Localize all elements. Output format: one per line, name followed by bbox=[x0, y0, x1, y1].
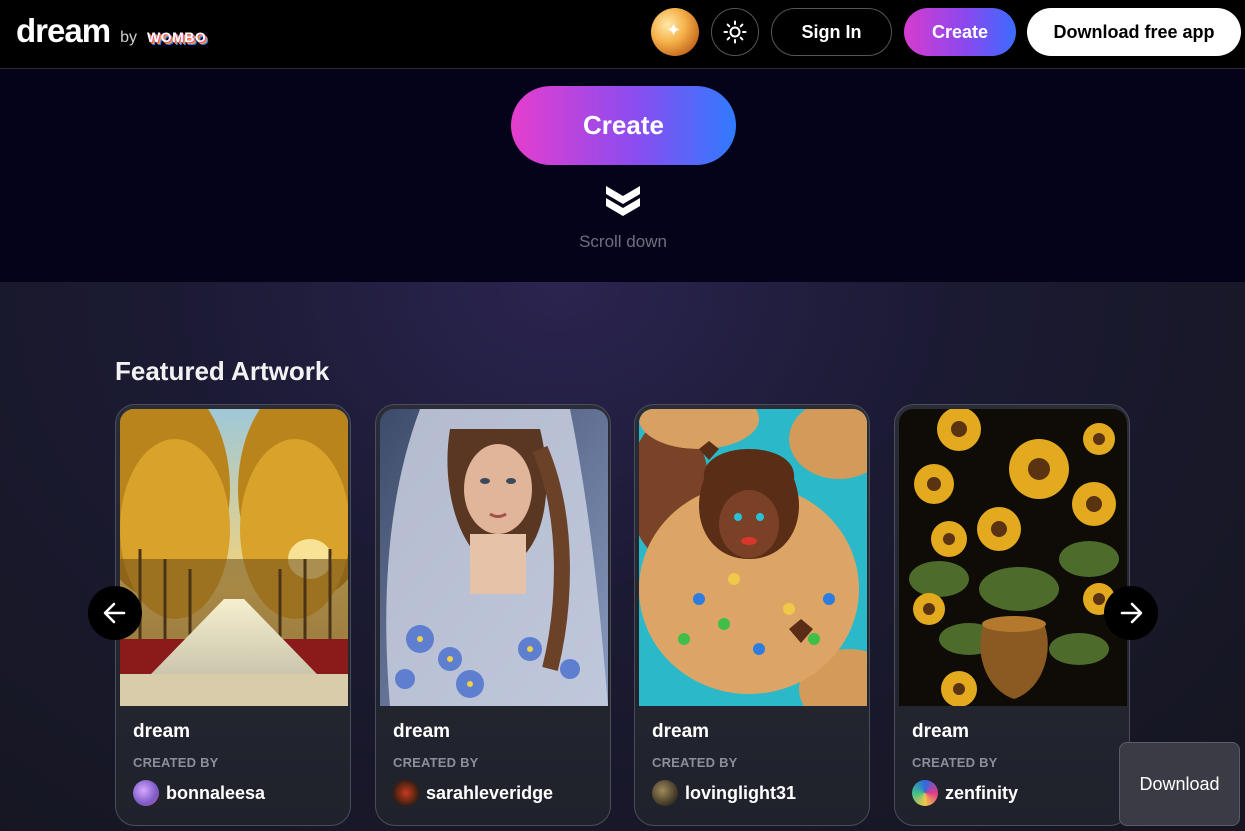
scroll-down-label: Scroll down bbox=[579, 232, 667, 251]
created-by-label: CREATED BY bbox=[133, 755, 219, 770]
artwork-title: dream bbox=[133, 721, 191, 742]
sparkle-icon: ✦ bbox=[666, 20, 682, 40]
top-nav-bar: dream by WOMBO ✦ Sign In Create Download… bbox=[0, 0, 1245, 69]
created-by-label: CREATED BY bbox=[912, 755, 998, 770]
sun-icon bbox=[723, 20, 747, 44]
wombo-brand: WOMBO bbox=[146, 29, 207, 45]
creator-username: lovinglight31 bbox=[685, 782, 797, 803]
theme-toggle-button[interactable] bbox=[711, 8, 759, 56]
artwork-card[interactable]: dream CREATED BY sarahleveridge bbox=[375, 404, 611, 826]
user-avatar-button[interactable]: ✦ bbox=[651, 8, 699, 56]
creator-link[interactable]: zenfinity bbox=[912, 780, 1018, 806]
download-free-app-button[interactable]: Download free app bbox=[1027, 8, 1241, 56]
creator-username: sarahleveridge bbox=[426, 782, 554, 803]
creator-avatar bbox=[133, 780, 159, 806]
creator-username: bonnaleesa bbox=[166, 782, 266, 803]
creator-username: zenfinity bbox=[945, 782, 1019, 803]
artwork-image[interactable] bbox=[120, 409, 348, 706]
created-by-label: CREATED BY bbox=[652, 755, 738, 770]
sign-in-button[interactable]: Sign In bbox=[771, 8, 892, 56]
creator-link[interactable]: bonnaleesa bbox=[133, 780, 265, 806]
creator-avatar bbox=[912, 780, 938, 806]
artwork-image[interactable] bbox=[899, 409, 1127, 706]
featured-artwork-section: Featured Artwork dream CREATED BY bonnal… bbox=[0, 282, 1245, 831]
creator-link[interactable]: sarahleveridge bbox=[393, 780, 553, 806]
hero-section: Create Scroll down bbox=[0, 70, 1245, 282]
chevron-double-down-icon[interactable] bbox=[604, 184, 642, 218]
carousel-prev-button[interactable] bbox=[88, 586, 142, 640]
logo-wordmark: dream bbox=[16, 12, 111, 49]
artwork-card[interactable]: dream CREATED BY lovinglight31 bbox=[634, 404, 870, 826]
arrow-left-icon bbox=[103, 602, 126, 624]
floating-download-button[interactable]: Download bbox=[1119, 742, 1240, 826]
dream-logo[interactable]: dream by WOMBO bbox=[16, 12, 206, 50]
artwork-image[interactable] bbox=[639, 409, 867, 706]
creator-avatar bbox=[652, 780, 678, 806]
section-title: Featured Artwork bbox=[115, 356, 330, 386]
artwork-title: dream bbox=[912, 721, 970, 742]
logo-by-text: by bbox=[120, 29, 137, 46]
artwork-image[interactable] bbox=[380, 409, 608, 706]
creator-link[interactable]: lovinglight31 bbox=[652, 780, 796, 806]
created-by-label: CREATED BY bbox=[393, 755, 479, 770]
artwork-card[interactable]: dream CREATED BY zenfinity bbox=[894, 404, 1130, 826]
artwork-title: dream bbox=[652, 721, 710, 742]
carousel-next-button[interactable] bbox=[1104, 586, 1158, 640]
artwork-title: dream bbox=[393, 721, 451, 742]
header-create-button[interactable]: Create bbox=[904, 8, 1016, 56]
arrow-right-icon bbox=[1120, 602, 1143, 624]
hero-create-button[interactable]: Create bbox=[511, 86, 736, 165]
artwork-card[interactable]: dream CREATED BY bonnaleesa bbox=[115, 404, 351, 826]
creator-avatar bbox=[393, 780, 419, 806]
